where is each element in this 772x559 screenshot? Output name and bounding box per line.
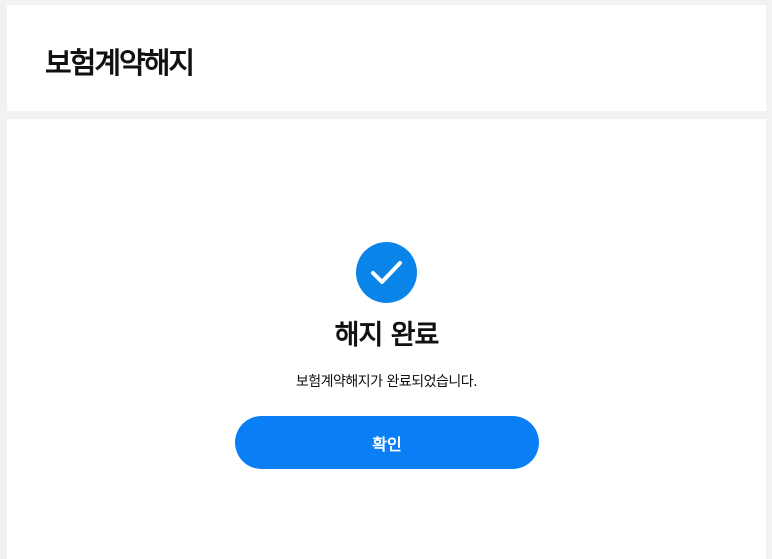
checkmark-icon <box>371 261 402 284</box>
result-panel: 해지 완료 보험계약해지가 완료되었습니다. 확인 <box>7 119 766 559</box>
check-circle-icon <box>356 242 417 303</box>
confirm-button[interactable]: 확인 <box>235 416 539 469</box>
page-title: 보험계약해지 <box>45 46 195 80</box>
result-title: 해지 완료 <box>334 320 440 351</box>
page-header: 보험계약해지 <box>7 5 766 111</box>
result-message: 보험계약해지가 완료되었습니다. <box>295 374 478 390</box>
